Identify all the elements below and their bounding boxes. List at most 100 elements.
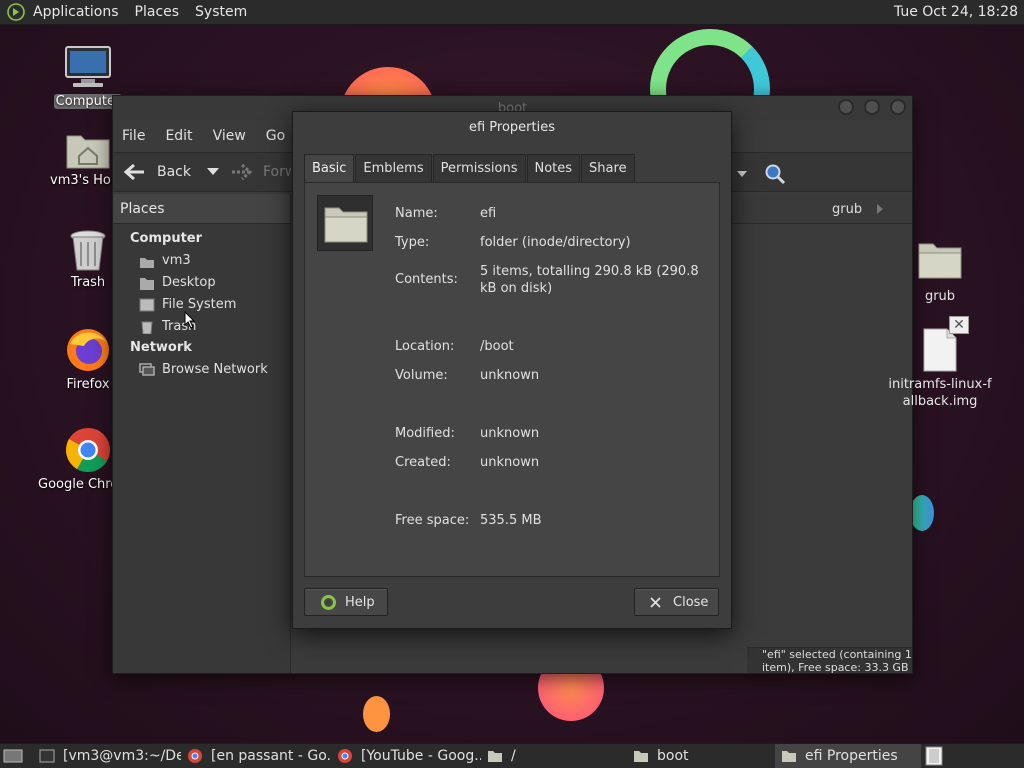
search-icon[interactable]	[764, 163, 786, 185]
menu-go[interactable]: Go	[266, 128, 285, 144]
task-chrome-youtube[interactable]: [YouTube - Goog...	[331, 744, 481, 768]
dialog-title[interactable]: efi Properties	[293, 112, 731, 144]
unreadable-emblem-icon: ✕	[949, 316, 969, 334]
tab-bar: Basic Emblems Permissions Notes Share	[304, 154, 720, 182]
menu-system[interactable]: System	[195, 4, 247, 20]
chrome-icon	[66, 428, 110, 472]
prop-label: Contents:	[395, 272, 458, 287]
trash-icon	[141, 321, 153, 334]
prop-label: Type:	[395, 235, 430, 250]
folder-icon	[782, 751, 796, 762]
file-item[interactable]: grub	[880, 240, 1000, 305]
prop-value: folder (inode/directory)	[480, 235, 631, 250]
prop-value: 5 items, totalling 290.8 kB (290.8 kB on…	[480, 264, 699, 296]
show-desktop-icon[interactable]	[3, 747, 25, 765]
sidebar-item-desktop[interactable]: Desktop	[113, 272, 290, 294]
forward-button[interactable]: Forward	[231, 163, 291, 181]
prop-label: Created:	[395, 455, 451, 470]
menu-edit[interactable]: Edit	[165, 128, 192, 144]
tab-permissions[interactable]: Permissions	[432, 154, 526, 182]
dropdown-arrow-icon[interactable]	[207, 168, 219, 176]
file-name: initramfs-linux-fallback.img	[888, 377, 992, 409]
maximize-button[interactable]	[864, 99, 880, 115]
network-icon	[139, 362, 155, 376]
properties-dialog: efi Properties Basic Emblems Permissions…	[292, 111, 732, 629]
task-folder-root[interactable]: /	[481, 744, 627, 768]
tab-emblems[interactable]: Emblems	[355, 154, 432, 182]
forward-label: Forward	[263, 164, 291, 180]
task-folder-boot[interactable]: boot	[627, 744, 775, 768]
close-icon	[650, 596, 661, 608]
terminal-icon	[39, 749, 55, 763]
prop-contents: Contents: 5 items, totalling 290.8 kB (2…	[395, 263, 715, 297]
menu-view[interactable]: View	[213, 128, 246, 144]
properties-notebook: Basic Emblems Permissions Notes Share Na…	[304, 154, 720, 577]
close-button[interactable]: Close	[634, 588, 719, 616]
arrow-left-icon	[123, 163, 144, 181]
prop-free-space: Free space: 535.5 MB	[395, 512, 715, 529]
task-label: /	[511, 748, 516, 764]
prop-value[interactable]: efi	[480, 205, 702, 222]
sidebar-header[interactable]: Places	[113, 194, 290, 224]
back-label: Back	[157, 164, 191, 180]
sidebar-item-label: Desktop	[162, 275, 216, 290]
tab-share[interactable]: Share	[581, 154, 635, 182]
prop-value: /boot	[480, 339, 514, 354]
task-label: efi Properties	[805, 748, 898, 764]
sidebar-item-trash[interactable]: Trash	[113, 316, 290, 338]
folder-icon-button[interactable]	[317, 195, 373, 251]
tab-basic[interactable]: Basic	[304, 154, 355, 182]
sidebar-item-vm3[interactable]: vm3	[113, 250, 290, 272]
task-terminal[interactable]: [vm3@vm3:~/De...	[33, 744, 181, 768]
mouse-cursor-icon	[184, 311, 196, 329]
menu-file[interactable]: File	[122, 128, 145, 144]
prop-value: unknown	[480, 368, 540, 383]
status-bar: "efi" selected (containing 1 item), Free…	[747, 647, 912, 674]
prop-created: Created: unknown	[395, 454, 715, 471]
task-label: [YouTube - Goog...	[361, 748, 481, 764]
task-label: [vm3@vm3:~/De...	[63, 748, 181, 764]
file-item[interactable]: ✕ initramfs-linux-fallback.img	[880, 316, 1000, 410]
firefox-icon	[67, 329, 109, 371]
arrow-right-icon	[232, 163, 253, 181]
sidebar-section-network: Network	[130, 340, 192, 355]
menu-places[interactable]: Places	[135, 4, 180, 20]
prop-volume: Volume: unknown	[395, 367, 715, 384]
task-efi-properties[interactable]: efi Properties	[775, 743, 921, 768]
close-window-button[interactable]	[890, 99, 906, 115]
chevron-right-icon[interactable]	[876, 204, 884, 214]
file-icon	[923, 328, 957, 372]
dropdown-arrow-icon[interactable]	[737, 171, 747, 178]
distro-logo-icon[interactable]	[7, 3, 25, 21]
close-label: Close	[673, 594, 709, 610]
folder-icon	[918, 243, 962, 279]
trash-icon	[70, 230, 106, 271]
prop-type: Type: folder (inode/directory)	[395, 234, 715, 251]
path-segment-grub[interactable]: grub	[832, 202, 862, 217]
prop-name: Name: efi	[395, 205, 715, 222]
sidebar-item-browse-network[interactable]: Browse Network	[113, 359, 290, 381]
sidebar-item-label: File System	[162, 297, 237, 312]
prop-label: Name:	[395, 206, 438, 221]
prop-value: unknown	[480, 455, 540, 470]
help-label: Help	[345, 594, 375, 610]
home-icon	[140, 257, 154, 268]
help-button[interactable]: Help	[304, 588, 388, 616]
file-name: grub	[924, 289, 956, 304]
task-chrome-en-passant[interactable]: [en passant - Go...	[181, 744, 331, 768]
menu-applications[interactable]: Applications	[33, 4, 119, 20]
taskbar: [vm3@vm3:~/De... [en passant - Go... [Yo…	[0, 743, 1024, 768]
tab-notes[interactable]: Notes	[526, 154, 581, 182]
task-label: boot	[657, 748, 689, 764]
prop-label: Modified:	[395, 426, 455, 441]
minimize-button[interactable]	[838, 99, 854, 115]
back-button[interactable]: Back	[123, 163, 219, 181]
chrome-icon	[188, 749, 202, 763]
home-folder-icon	[66, 135, 110, 169]
sidebar-item-file-system[interactable]: File System	[113, 294, 290, 316]
computer-icon	[65, 46, 111, 87]
folder-icon	[634, 751, 648, 762]
workspace-switcher-icon[interactable]	[925, 746, 943, 766]
clock[interactable]: Tue Oct 24, 18:28	[894, 4, 1018, 20]
decor-small-orange	[363, 696, 390, 732]
